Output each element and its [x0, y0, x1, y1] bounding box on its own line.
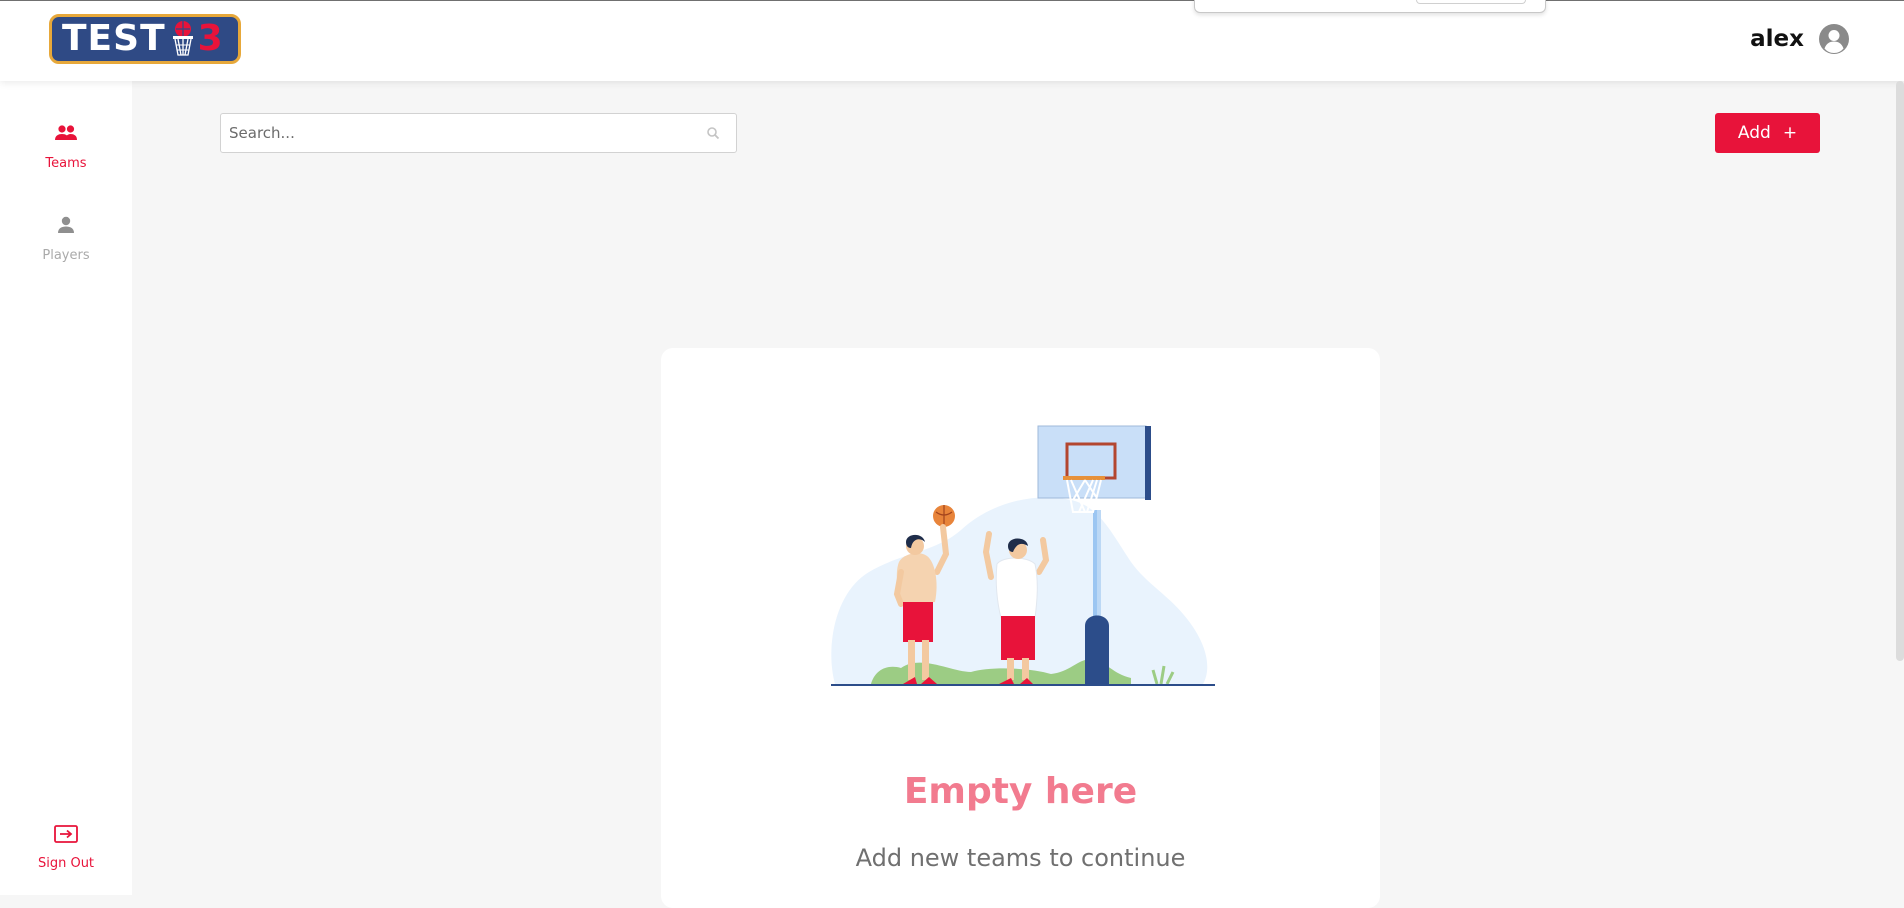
basketball-hoop-icon	[172, 21, 193, 56]
popup-button[interactable]	[1416, 0, 1526, 4]
basketball-players-illustration	[831, 425, 1215, 686]
empty-state-card: Empty here Add new teams to continue	[661, 348, 1380, 908]
sidebar: Teams Players Sign Out	[0, 81, 132, 895]
search-icon[interactable]	[706, 126, 720, 140]
search-box	[220, 113, 737, 153]
dropdown-popup	[1194, 0, 1546, 13]
sign-out-label: Sign Out	[37, 856, 95, 871]
search-input[interactable]	[221, 114, 691, 152]
vertical-scrollbar[interactable]	[1896, 81, 1904, 661]
empty-state-title: Empty here	[903, 771, 1138, 812]
user-avatar-icon[interactable]	[1818, 23, 1850, 55]
sidebar-item-teams[interactable]: Teams	[0, 121, 132, 171]
logo-number: 3	[197, 18, 223, 59]
app-logo[interactable]: TEST 3	[49, 14, 241, 64]
plus-icon: +	[1782, 123, 1798, 143]
logo-text: TEST	[62, 18, 166, 59]
username: alex	[1750, 26, 1804, 52]
teams-icon	[55, 125, 77, 140]
add-button[interactable]: Add +	[1715, 113, 1820, 153]
user-menu[interactable]: alex	[1750, 23, 1850, 55]
sidebar-item-label: Teams	[45, 156, 87, 171]
sidebar-item-label: Players	[42, 248, 90, 263]
sign-out-button[interactable]: Sign Out	[0, 821, 132, 871]
sidebar-item-players[interactable]: Players	[0, 213, 132, 263]
top-header: TEST 3 alex	[0, 0, 1904, 81]
add-button-label: Add	[1737, 123, 1771, 143]
player-icon	[58, 216, 74, 233]
sign-out-icon	[54, 825, 78, 843]
empty-state-subtitle: Add new teams to continue	[855, 844, 1186, 872]
